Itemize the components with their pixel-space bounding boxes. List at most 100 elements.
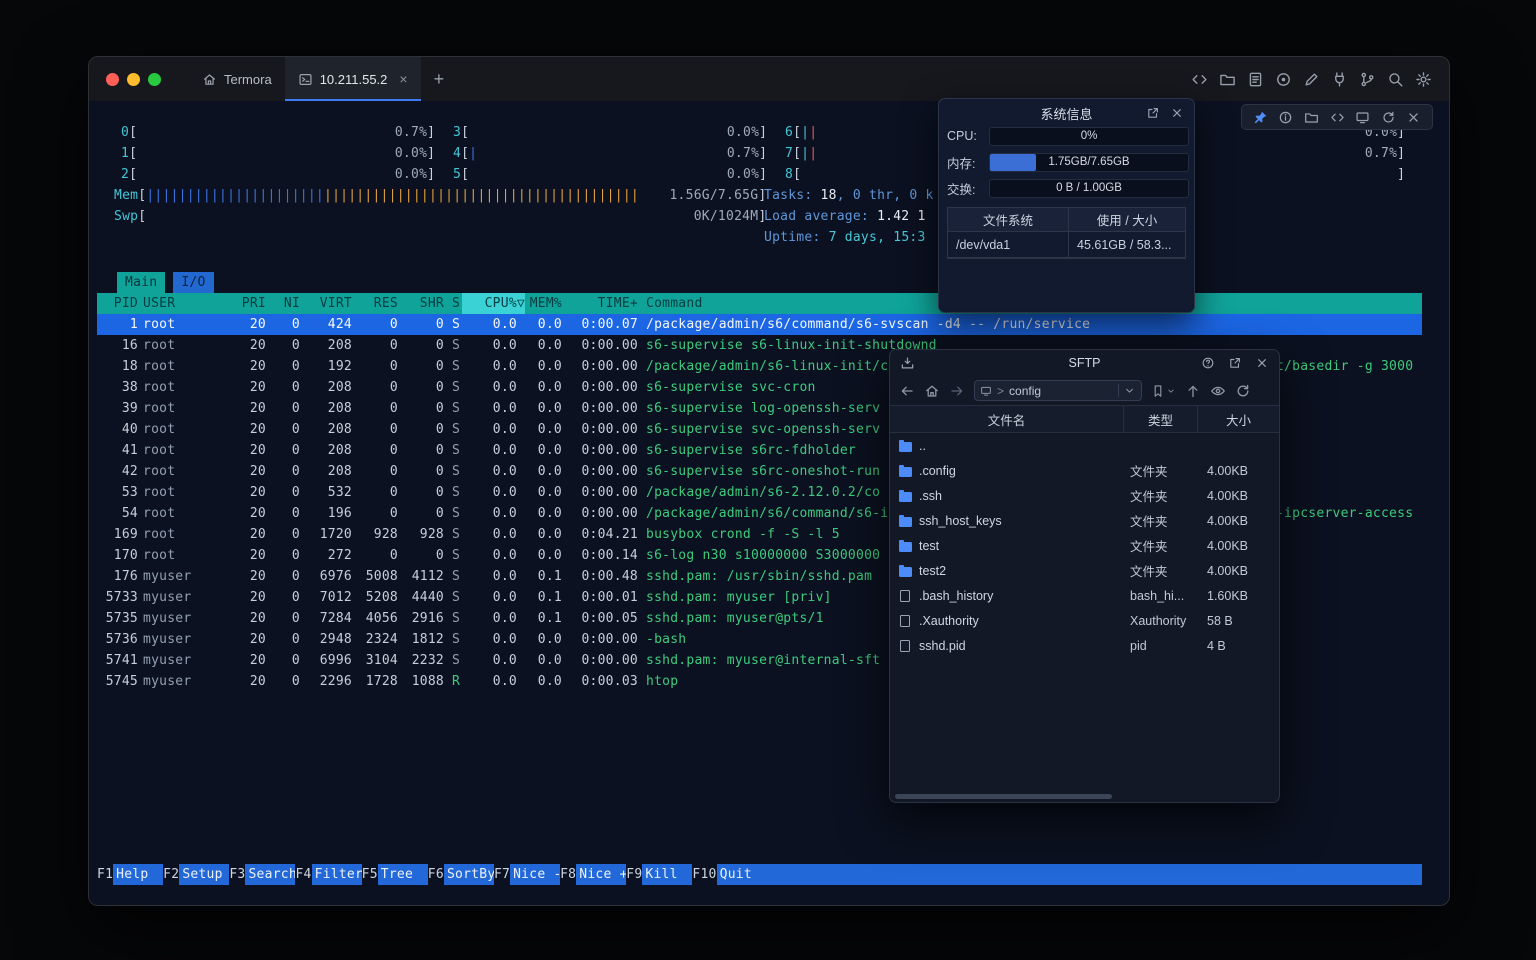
- file-row[interactable]: .bash_historybash_hi...1.60KB: [890, 583, 1279, 608]
- cpu-usage-row: CPU: 0%: [939, 127, 1194, 145]
- file-row[interactable]: sshd.pidpid4 B: [890, 633, 1279, 658]
- tab-label: 10.211.55.2: [320, 72, 388, 87]
- info-icon[interactable]: [1278, 110, 1293, 125]
- fkey-action-nice[interactable]: Nice -: [510, 864, 560, 885]
- home-button[interactable]: [924, 383, 940, 399]
- settings-icon[interactable]: [1415, 71, 1432, 88]
- filesystem-name: /dev/vda1: [948, 232, 1069, 257]
- minimize-window-button[interactable]: [127, 73, 140, 86]
- monitor-icon[interactable]: [1355, 110, 1370, 125]
- tab-label: Termora: [224, 72, 272, 87]
- horizontal-scrollbar[interactable]: [895, 794, 1112, 799]
- folder-icon[interactable]: [1219, 71, 1236, 88]
- refresh-icon[interactable]: [1381, 110, 1396, 125]
- folder-icon: [899, 492, 912, 502]
- app-window: Termora 10.211.55.2 × + 0[0.7%]1[0.0%]2[…: [88, 56, 1450, 906]
- htop-tab-io[interactable]: I/O: [173, 272, 213, 293]
- folder-icon[interactable]: [1304, 110, 1319, 125]
- close-icon[interactable]: [1255, 356, 1269, 370]
- file-row[interactable]: test文件夹4.00KB: [890, 533, 1279, 558]
- file-name: ..: [919, 439, 926, 453]
- floating-panel-toolbar: [1241, 104, 1433, 130]
- fkey-f8: F8: [560, 864, 576, 885]
- file-icon: [900, 640, 910, 652]
- file-row[interactable]: ..: [890, 433, 1279, 458]
- code-icon[interactable]: [1191, 71, 1208, 88]
- fkey-action-search[interactable]: Search: [245, 864, 295, 885]
- fkey-action-setup[interactable]: Setup: [179, 864, 229, 885]
- fkey-action-help[interactable]: Help: [113, 864, 163, 885]
- chevron-down-icon: [1166, 386, 1176, 396]
- filesystem-row[interactable]: /dev/vda1 45.61GB / 58.3...: [948, 232, 1185, 258]
- close-icon[interactable]: [1406, 110, 1421, 125]
- fkey-action-tree[interactable]: Tree: [378, 864, 428, 885]
- file-name: test: [919, 539, 939, 553]
- filesystem-table: 文件系统 使用 / 大小 /dev/vda1 45.61GB / 58.3...: [947, 207, 1186, 259]
- file-row[interactable]: test2文件夹4.00KB: [890, 558, 1279, 583]
- process-row[interactable]: 1root20042400S0.00.00:00.07/package/admi…: [97, 314, 1422, 335]
- back-button[interactable]: [899, 383, 915, 399]
- fkey-action-kill[interactable]: Kill: [642, 864, 692, 885]
- branch-icon[interactable]: [1359, 71, 1376, 88]
- help-icon[interactable]: [1201, 356, 1215, 370]
- bookmark-button[interactable]: [1151, 384, 1176, 398]
- open-in-window-icon[interactable]: [1146, 106, 1160, 120]
- fkey-f5: F5: [362, 864, 378, 885]
- file-type: pid: [1124, 639, 1198, 653]
- file-list: .. .config文件夹4.00KB.ssh文件夹4.00KBssh_host_…: [890, 433, 1279, 658]
- forward-button[interactable]: [949, 383, 965, 399]
- file-row[interactable]: .ssh文件夹4.00KB: [890, 483, 1279, 508]
- filesystem-table-header: 文件系统 使用 / 大小: [948, 208, 1185, 232]
- column-header-size[interactable]: 大小: [1198, 406, 1279, 432]
- tab-ssh-session[interactable]: 10.211.55.2 ×: [285, 57, 421, 101]
- search-icon[interactable]: [1387, 71, 1404, 88]
- tab-termora[interactable]: Termora: [189, 57, 285, 101]
- tab-close-icon[interactable]: ×: [399, 72, 407, 86]
- show-hidden-files-button[interactable]: [1210, 383, 1226, 399]
- file-size: 4.00KB: [1198, 514, 1279, 528]
- file-row[interactable]: ssh_host_keys文件夹4.00KB: [890, 508, 1279, 533]
- file-type: Xauthority: [1124, 614, 1198, 628]
- record-icon[interactable]: [1275, 71, 1292, 88]
- zoom-window-button[interactable]: [148, 73, 161, 86]
- path-breadcrumb[interactable]: > config: [974, 380, 1142, 401]
- folder-icon: [899, 467, 912, 477]
- htop-tab-main[interactable]: Main: [117, 272, 165, 293]
- cpu-label: CPU:: [947, 129, 983, 143]
- memory-usage-row: 内存: 1.75GB/7.65GB: [939, 153, 1194, 171]
- plug-icon[interactable]: [1331, 71, 1348, 88]
- column-header-filename[interactable]: 文件名: [890, 406, 1124, 432]
- new-tab-button[interactable]: +: [421, 57, 458, 101]
- code-icon[interactable]: [1330, 110, 1345, 125]
- file-name: .bash_history: [919, 589, 993, 603]
- file-type: 文件夹: [1124, 461, 1198, 480]
- folder-icon: [899, 567, 912, 577]
- open-in-window-icon[interactable]: [1228, 356, 1242, 370]
- fkey-action-filter[interactable]: Filter: [312, 864, 362, 885]
- fkey-action-sortby[interactable]: SortBy: [444, 864, 494, 885]
- up-directory-button[interactable]: [1185, 383, 1201, 399]
- edit-icon[interactable]: [1303, 71, 1320, 88]
- fkey-action-nice[interactable]: Nice +: [576, 864, 626, 885]
- file-row[interactable]: .XauthorityXauthority58 B: [890, 608, 1279, 633]
- file-row[interactable]: .config文件夹4.00KB: [890, 458, 1279, 483]
- document-icon[interactable]: [1247, 71, 1264, 88]
- chevron-down-icon[interactable]: [1118, 384, 1136, 397]
- htop-tab-bar: Main I/O: [117, 272, 214, 293]
- cpu-meter-3: 3[0.0%]: [453, 122, 767, 143]
- close-icon[interactable]: [1170, 106, 1184, 120]
- file-size: 4.00KB: [1198, 464, 1279, 478]
- swap-label: 交换:: [947, 179, 983, 198]
- fkey-action-quit[interactable]: Quit: [717, 864, 767, 885]
- fkey-f3: F3: [229, 864, 245, 885]
- file-name: sshd.pid: [919, 639, 966, 653]
- fkey-f6: F6: [428, 864, 444, 885]
- transfer-icon: [900, 356, 915, 371]
- refresh-button[interactable]: [1235, 383, 1251, 399]
- column-header-type[interactable]: 类型: [1124, 406, 1198, 432]
- close-window-button[interactable]: [106, 73, 119, 86]
- cpu-meter-2: 2[0.0%]: [121, 164, 435, 185]
- window-titlebar: Termora 10.211.55.2 × +: [89, 57, 1449, 102]
- file-name: test2: [919, 564, 946, 578]
- pin-icon[interactable]: [1253, 110, 1268, 125]
